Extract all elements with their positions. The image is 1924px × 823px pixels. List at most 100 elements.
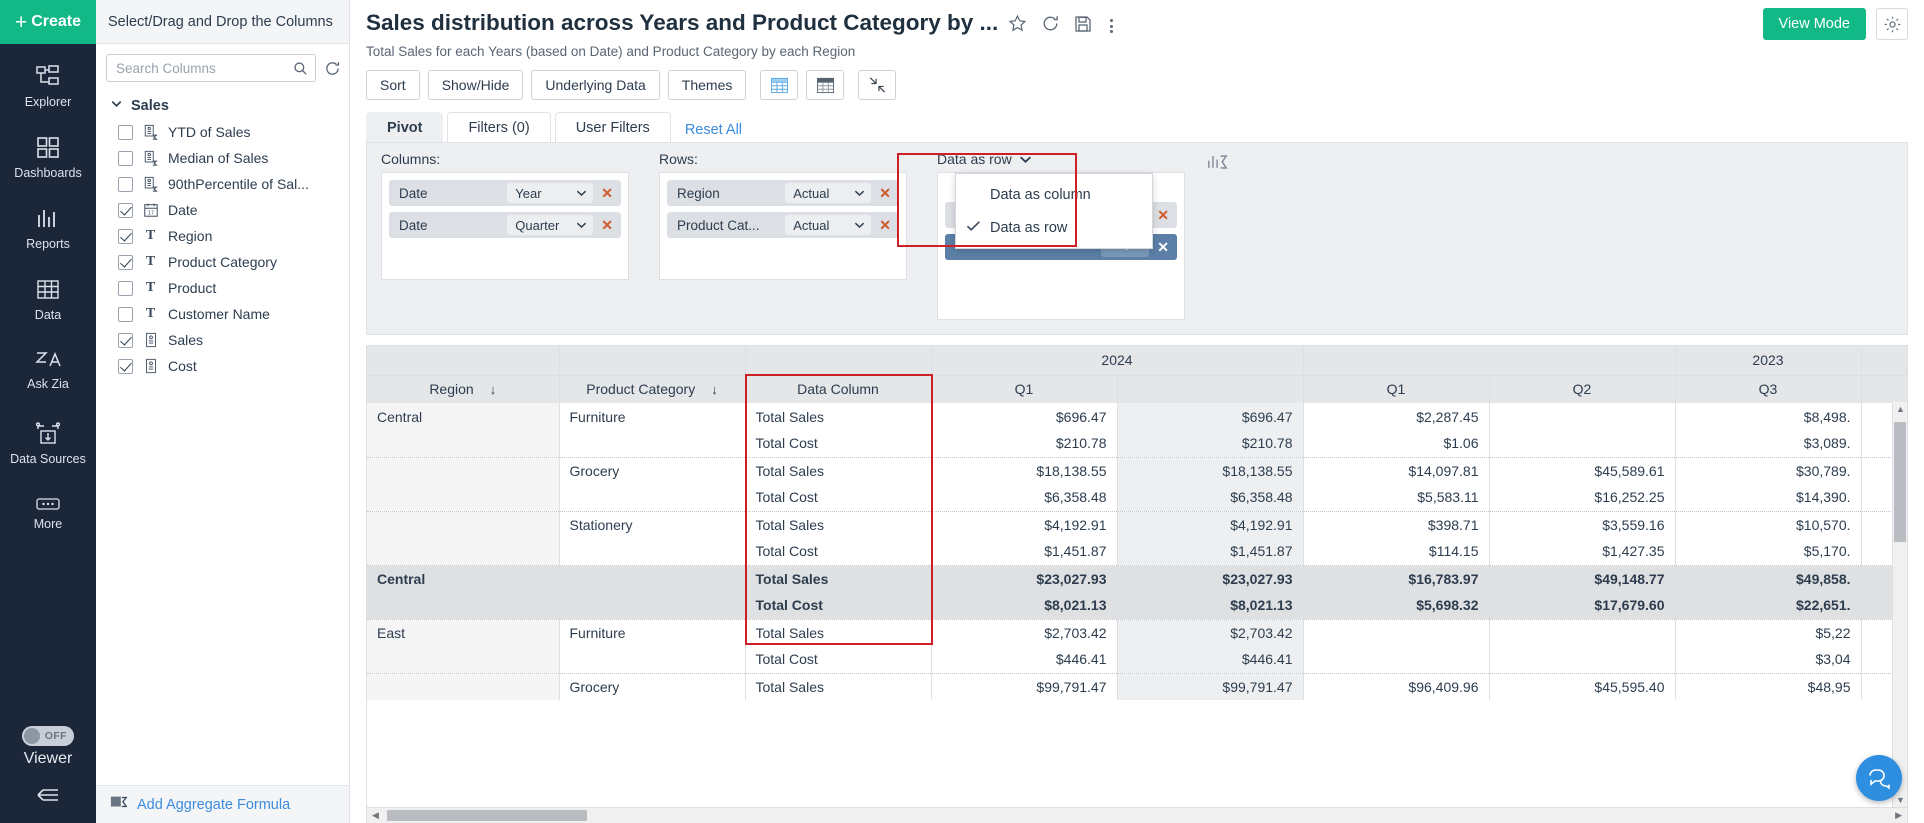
underlying-data-button[interactable]: Underlying Data	[531, 70, 659, 100]
scroll-left-arrow-icon[interactable]: ◀	[372, 810, 379, 821]
table-row[interactable]: CentralFurnitureTotal Sales$696.47$696.4…	[367, 403, 1908, 430]
scroll-up-arrow-icon[interactable]: ▲	[1896, 404, 1905, 414]
column-list-item[interactable]: Sales	[96, 327, 349, 353]
column-checkbox[interactable]	[118, 359, 133, 374]
quarter-header-q2[interactable]: Q2	[1489, 375, 1675, 403]
scroll-right-arrow-icon[interactable]: ▶	[1895, 810, 1902, 821]
sidebar-item-data-sources[interactable]: Data Sources	[0, 413, 96, 474]
column-checkbox[interactable]	[118, 255, 133, 270]
viewer-toggle[interactable]: OFF	[22, 726, 74, 746]
column-list-item[interactable]: Median of Sales	[96, 145, 349, 171]
settings-gear-icon[interactable]	[1876, 8, 1908, 40]
rows-dropzone[interactable]: Region Actual ✕ Product Cat... Actual	[659, 172, 907, 280]
sidebar-item-data[interactable]: Data	[0, 269, 96, 330]
view-mode-button[interactable]: View Mode	[1763, 8, 1866, 40]
quarter-header-blank[interactable]	[1117, 375, 1303, 403]
shelf-pill-date-year[interactable]: Date Year ✕	[389, 180, 621, 206]
pill-mode-select[interactable]: Year	[507, 183, 593, 203]
pill-remove-button[interactable]: ✕	[1155, 207, 1171, 224]
column-checkbox[interactable]	[118, 151, 133, 166]
tab-pivot[interactable]: Pivot	[366, 112, 443, 142]
column-checkbox[interactable]	[118, 333, 133, 348]
shelf-pill-region[interactable]: Region Actual ✕	[667, 180, 899, 206]
sidebar-item-ask-zia[interactable]: Ask Zia	[0, 340, 96, 399]
columns-dropzone[interactable]: Date Year ✕ Date Quarter	[381, 172, 629, 280]
shelf-pill-date-quarter[interactable]: Date Quarter ✕	[389, 212, 621, 238]
collapse-all-icon[interactable]	[858, 70, 896, 100]
reset-all-link[interactable]: Reset All	[675, 122, 752, 142]
column-list-item[interactable]: TRegion	[96, 223, 349, 249]
column-list-item[interactable]: TProduct Category	[96, 249, 349, 275]
table-row[interactable]: Total Cost$446.41$446.41$3,04	[367, 646, 1908, 673]
column-checkbox[interactable]	[118, 125, 133, 140]
shelf-pill-product-category[interactable]: Product Cat... Actual ✕	[667, 212, 899, 238]
pill-remove-button[interactable]: ✕	[599, 185, 615, 202]
save-icon[interactable]	[1074, 15, 1092, 38]
themes-button[interactable]: Themes	[668, 70, 747, 100]
favorite-star-icon[interactable]	[1008, 14, 1027, 38]
grid-view-icon[interactable]	[806, 70, 844, 100]
pill-remove-button[interactable]: ✕	[599, 217, 615, 234]
tab-user-filters[interactable]: User Filters	[555, 112, 671, 142]
horizontal-scroll-thumb[interactable]	[387, 810, 587, 821]
table-row[interactable]: Total Cost$1,451.87$1,451.87$114.15$1,42…	[367, 538, 1908, 565]
add-aggregate-formula-button[interactable]: Add Aggregate Formula	[96, 785, 349, 823]
quarter-header-q1-2024[interactable]: Q1	[931, 375, 1117, 403]
scroll-down-arrow-icon[interactable]: ▼	[1896, 795, 1905, 805]
pill-mode-select[interactable]: Actual	[785, 183, 871, 203]
table-row[interactable]: Total Cost$8,021.13$8,021.13$5,698.32$17…	[367, 592, 1908, 619]
quarter-header-q1[interactable]: Q1	[1303, 375, 1489, 403]
column-list-item[interactable]: TProduct	[96, 275, 349, 301]
column-checkbox[interactable]	[118, 177, 133, 192]
pill-mode-select[interactable]: Actual	[785, 215, 871, 235]
table-row[interactable]: EastFurnitureTotal Sales$2,703.42$2,703.…	[367, 619, 1908, 646]
data-as-row-dropdown-button[interactable]: Data as row	[937, 151, 1185, 167]
column-list-item[interactable]: TCustomer Name	[96, 301, 349, 327]
column-header-region[interactable]: Region↓	[367, 375, 559, 403]
quarter-header-q3[interactable]: Q3	[1675, 375, 1861, 403]
tab-filters[interactable]: Filters (0)	[447, 112, 550, 142]
chart-aggregate-icon[interactable]	[1207, 152, 1229, 176]
column-header-data-column[interactable]: Data Column	[745, 375, 931, 403]
chat-support-button[interactable]	[1856, 755, 1902, 801]
pill-remove-button[interactable]: ✕	[1155, 239, 1171, 256]
vertical-scroll-thumb[interactable]	[1894, 422, 1906, 542]
sidebar-item-reports[interactable]: Reports	[0, 198, 96, 259]
pill-mode-select[interactable]: Quarter	[507, 215, 593, 235]
column-checkbox[interactable]	[118, 229, 133, 244]
refresh-columns-icon[interactable]	[324, 60, 341, 77]
more-kebab-icon[interactable]	[1106, 19, 1117, 33]
pill-remove-button[interactable]: ✕	[877, 217, 893, 234]
sidebar-item-dashboards[interactable]: Dashboards	[0, 127, 96, 188]
sidebar-item-more[interactable]: More	[0, 488, 96, 539]
table-row[interactable]: CentralTotal Sales$23,027.93$23,027.93$1…	[367, 565, 1908, 592]
table-row[interactable]: GroceryTotal Sales$99,791.47$99,791.47$9…	[367, 673, 1908, 700]
column-group-sales[interactable]: Sales	[96, 88, 349, 119]
table-view-icon[interactable]	[760, 70, 798, 100]
vertical-scrollbar[interactable]: ▲ ▼	[1892, 402, 1907, 807]
table-row[interactable]: Total Cost$210.78$210.78$1.06$3,089.	[367, 430, 1908, 457]
horizontal-scrollbar[interactable]: ◀ ▶	[367, 807, 1907, 823]
menu-item-data-as-column[interactable]: Data as column	[956, 178, 1152, 211]
column-list-item[interactable]: 17Date	[96, 197, 349, 223]
refresh-icon[interactable]	[1041, 14, 1060, 38]
collapse-sidebar-button[interactable]	[34, 774, 62, 823]
column-list-item[interactable]: Cost	[96, 353, 349, 379]
search-columns-box[interactable]	[106, 54, 316, 82]
column-checkbox[interactable]	[118, 203, 133, 218]
show-hide-button[interactable]: Show/Hide	[428, 70, 524, 100]
column-list-item[interactable]: 90thPercentile of Sal...	[96, 171, 349, 197]
search-input[interactable]	[116, 61, 293, 76]
column-list-item[interactable]: YTD of Sales	[96, 119, 349, 145]
sidebar-item-explorer[interactable]: Explorer	[0, 56, 96, 117]
table-row[interactable]: GroceryTotal Sales$18,138.55$18,138.55$1…	[367, 457, 1908, 484]
menu-item-data-as-row[interactable]: Data as row	[956, 211, 1152, 244]
create-button[interactable]: + Create	[0, 0, 96, 44]
column-header-product-category[interactable]: Product Category↓	[559, 375, 745, 403]
column-checkbox[interactable]	[118, 307, 133, 322]
table-row[interactable]: StationeryTotal Sales$4,192.91$4,192.91$…	[367, 511, 1908, 538]
pill-remove-button[interactable]: ✕	[877, 185, 893, 202]
column-checkbox[interactable]	[118, 281, 133, 296]
sort-button[interactable]: Sort	[366, 70, 420, 100]
table-row[interactable]: Total Cost$6,358.48$6,358.48$5,583.11$16…	[367, 484, 1908, 511]
